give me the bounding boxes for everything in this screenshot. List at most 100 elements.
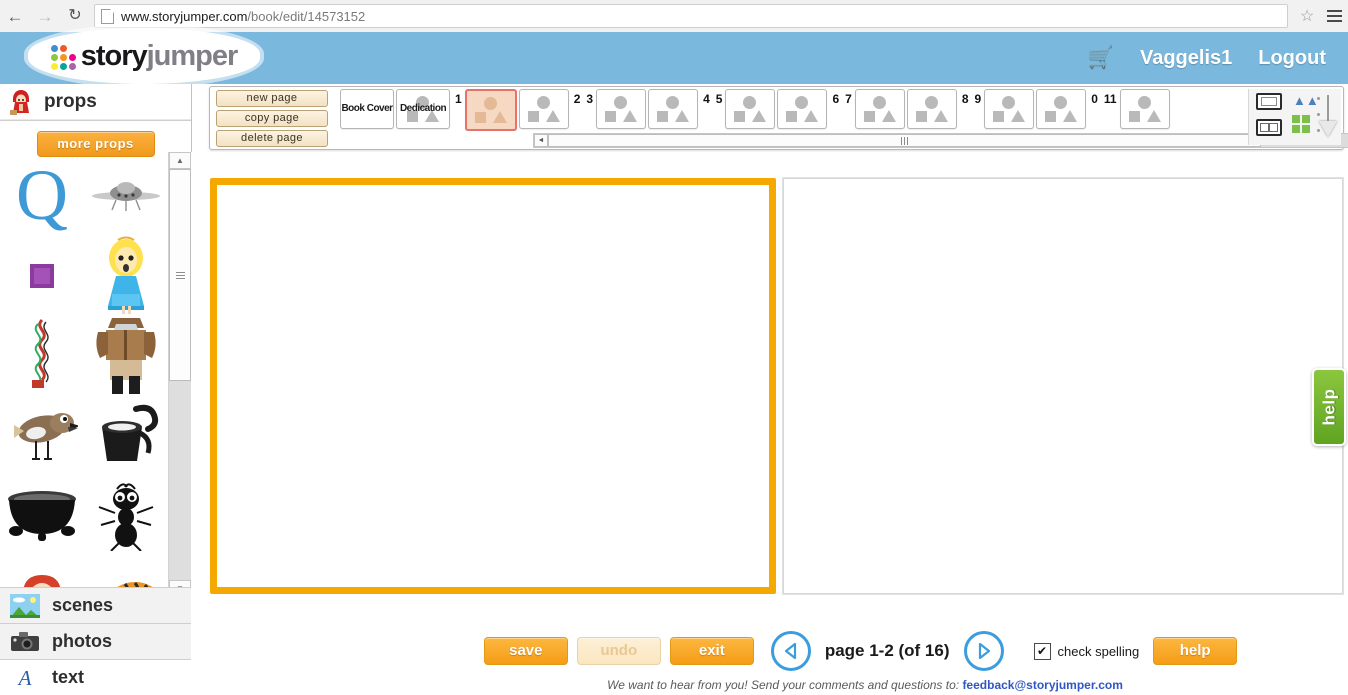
logo-dots-icon [50, 44, 76, 70]
thumbnail-shapes-preview [862, 95, 898, 123]
props-scroll-thumb[interactable] [169, 169, 191, 381]
scroll-left-arrow-icon[interactable]: ◄ [534, 134, 548, 147]
thumbnails-scroll-thumb[interactable] [548, 134, 1261, 147]
editor-bottom-bar: save undo exit page 1-2 (of 16) ✔ check … [382, 629, 1348, 673]
prop-girl-blue-dress[interactable] [84, 236, 168, 316]
page-operations-group: new page copy page delete page [216, 90, 334, 150]
bookmark-star-icon[interactable]: ☆ [1294, 3, 1320, 29]
prop-man-brown-jacket[interactable] [84, 316, 168, 396]
thumb-page-6[interactable] [777, 89, 828, 129]
thumbnails-horizontal-scrollbar[interactable]: ◄ ► [533, 133, 1348, 148]
thumbnail-shapes-preview [1043, 95, 1079, 123]
book-page-right[interactable] [783, 178, 1343, 594]
logout-link[interactable]: Logout [1258, 47, 1326, 70]
book-canvas-area: save undo exit page 1-2 (of 16) ✔ check … [191, 152, 1348, 695]
sidebar-item-scenes[interactable]: scenes [0, 587, 191, 623]
thumbnail-shapes-preview [914, 95, 950, 123]
prop-bird[interactable] [0, 396, 84, 476]
page-thumbnails-strip[interactable]: Book Cover Dedication 1 2 3 4 5 6 7 8 9 0 11 [340, 89, 1270, 131]
page-number-4: 4 [703, 92, 710, 106]
thumb-page-3[interactable] [596, 89, 647, 129]
prop-watering-can[interactable] [84, 396, 168, 476]
page-icon [101, 8, 114, 24]
back-arrow-icon[interactable]: ← [0, 1, 30, 31]
camera-icon [11, 631, 39, 651]
forward-arrow-icon[interactable]: → [30, 1, 60, 31]
page-number-5: 5 [715, 92, 723, 106]
editor-toolbar: new page copy page delete page Book Cover D… [209, 86, 1348, 150]
exit-button[interactable]: exit [669, 637, 754, 665]
red-riding-hood-icon [10, 90, 29, 115]
address-bar[interactable]: www.storyjumper.com/book/edit/14573152 [94, 4, 1288, 28]
svg-text:A: A [17, 666, 32, 690]
help-button[interactable]: help [1153, 637, 1238, 665]
sidebar-item-photos[interactable]: photos [0, 623, 191, 659]
feedback-email-link[interactable]: feedback@storyjumper.com [962, 678, 1122, 692]
save-button[interactable]: save [483, 637, 568, 665]
thumb-dedication[interactable]: Dedication [396, 89, 450, 129]
thumb-page-7[interactable] [854, 89, 905, 129]
check-spelling-label: check spelling [1057, 643, 1140, 659]
prop-letter-q[interactable]: Q [0, 156, 84, 236]
prop-ant[interactable] [84, 476, 168, 556]
prop-purple-square[interactable] [0, 236, 84, 316]
thumb-page-8[interactable] [906, 89, 957, 129]
storyjumper-logo[interactable]: storyjumper [28, 28, 260, 84]
props-vertical-scrollbar[interactable]: ▲ ▼ [168, 152, 191, 597]
thumb-book-cover[interactable]: Book Cover [340, 89, 394, 129]
page-indicator: page 1-2 (of 16) [824, 641, 950, 660]
username-link[interactable]: Vaggelis1 [1140, 47, 1232, 70]
previous-page-arrow-icon[interactable] [770, 631, 811, 671]
site-header: storyjumper 🛒 Vaggelis1 Logout [0, 28, 1348, 84]
check-spelling-checkbox[interactable]: ✔ [1033, 642, 1051, 660]
page-number-11: 11 [1103, 92, 1117, 106]
help-side-tab[interactable]: help [1312, 368, 1346, 446]
thumbnails-scroll-track[interactable] [548, 134, 1348, 147]
thumb-page-2[interactable] [518, 89, 569, 129]
book-page-left[interactable] [210, 178, 776, 594]
prop-ufo[interactable] [84, 156, 168, 236]
thumbnail-shapes-preview [603, 95, 639, 123]
url-path: /book/edit/14573152 [247, 8, 366, 24]
prop-ribbon-streamer[interactable] [0, 316, 84, 396]
shopping-cart-icon[interactable]: 🛒 [1088, 46, 1114, 70]
props-panel-title: props [44, 91, 97, 112]
left-sidebar: props more props Q ▲ ▼ [0, 84, 192, 695]
check-spelling-group[interactable]: ✔ check spelling [1033, 642, 1140, 660]
reload-icon[interactable]: ↻ [60, 1, 90, 31]
thumb-page-5[interactable] [725, 89, 776, 129]
book-spread [210, 178, 1343, 594]
page-number-7: 7 [845, 92, 852, 106]
zoom-slider-handle[interactable] [1319, 121, 1337, 137]
single-page-view-icon[interactable] [1256, 93, 1282, 110]
undo-button[interactable]: undo [576, 637, 661, 665]
thumb-book-cover-label: Book Cover [341, 103, 393, 114]
next-page-arrow-icon[interactable] [963, 631, 1004, 671]
page-number-2: 2 [573, 92, 581, 106]
props-scroll-track[interactable] [169, 169, 191, 580]
page-thumbnails-row: Book Cover Dedication 1 2 3 4 5 6 7 8 9 0 11 [340, 89, 1270, 131]
browser-menu-icon[interactable] [1320, 2, 1348, 30]
copy-page-button[interactable]: copy page [216, 110, 328, 127]
thumb-page-4[interactable] [648, 89, 699, 129]
thumb-page-1[interactable] [464, 89, 517, 131]
delete-page-button[interactable]: delete page [216, 130, 328, 147]
scroll-up-arrow-icon[interactable]: ▲ [169, 152, 191, 169]
thumbnail-shapes-preview [473, 96, 509, 124]
grid-arrange-icon[interactable] [1292, 115, 1310, 133]
prop-cauldron[interactable] [0, 476, 84, 556]
thumb-page-9[interactable] [984, 89, 1035, 129]
thumb-page-11[interactable] [1119, 89, 1170, 129]
thumbnail-shapes-preview [732, 95, 768, 123]
sidebar-item-text[interactable]: A text [0, 659, 191, 695]
landscape-icon [10, 593, 40, 618]
thumb-page-10[interactable] [1036, 89, 1087, 129]
logo-text-story: story [80, 39, 148, 72]
footer-note: We want to hear from you! Send your comm… [382, 678, 1348, 692]
props-panel-header: props [0, 84, 191, 121]
spread-view-icon[interactable] [1256, 119, 1282, 136]
new-page-button[interactable]: new page [216, 90, 328, 107]
props-grid: Q [0, 152, 168, 597]
svg-text:Q: Q [16, 161, 68, 231]
thumbnail-zoom-slider[interactable] [1315, 93, 1337, 141]
